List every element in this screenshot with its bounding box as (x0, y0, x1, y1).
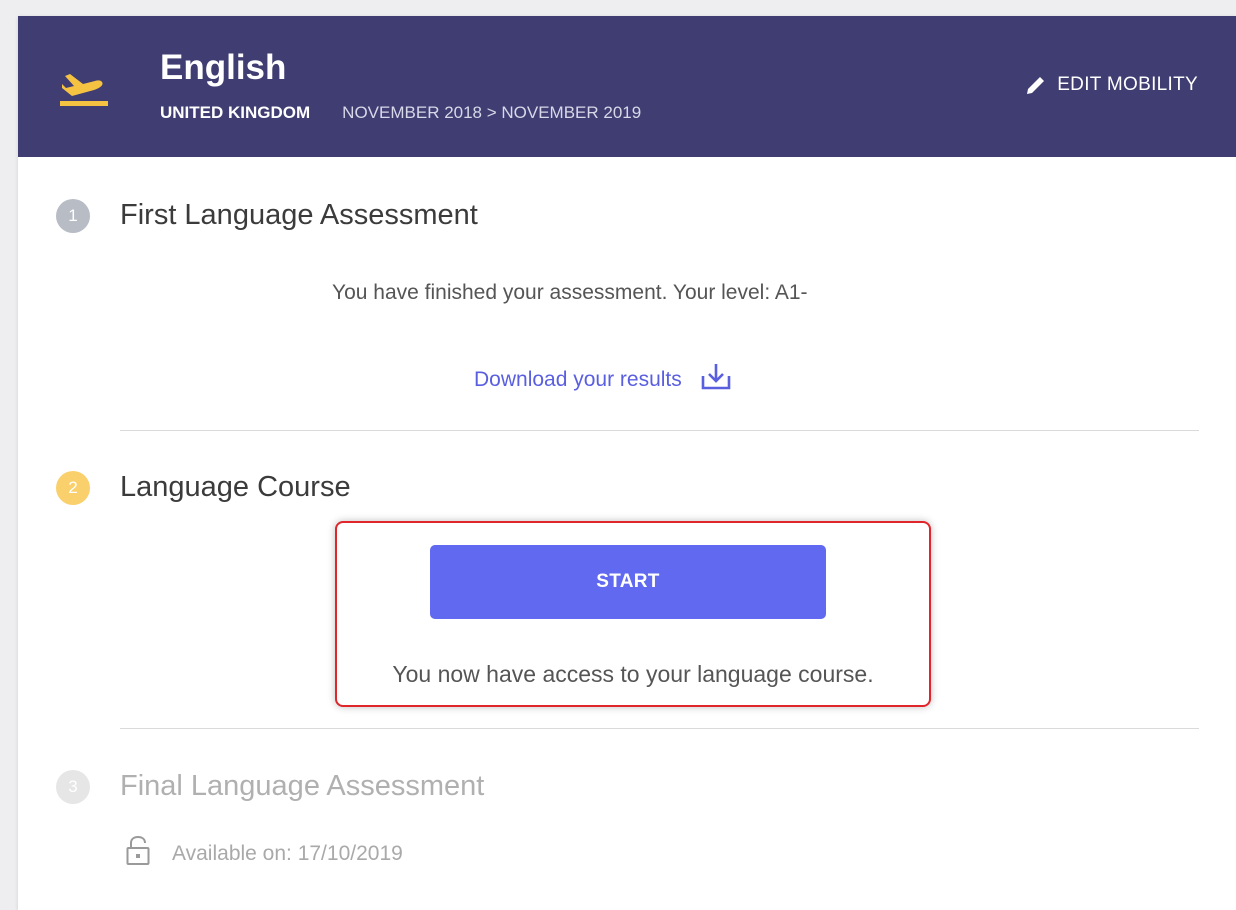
plane-departure-icon (60, 74, 108, 106)
lock-icon (126, 836, 150, 865)
course-start-panel: START You now have access to your langua… (335, 521, 931, 707)
start-course-button[interactable]: START (430, 545, 826, 619)
download-icon (701, 364, 731, 390)
step-3-title: Final Language Assessment (120, 770, 485, 802)
pencil-icon (1027, 77, 1045, 94)
edit-mobility-button[interactable]: EDIT MOBILITY (1025, 74, 1198, 96)
course-access-text: You now have access to your language cou… (392, 661, 874, 687)
step-1-title: First Language Assessment (120, 199, 478, 231)
availability-date: Available on: 17/10/2019 (172, 842, 403, 865)
step-1-number: 1 (56, 199, 90, 233)
mobility-card: English UNITED KINGDOM NOVEMBER 2018 > NO… (18, 16, 1236, 910)
mobility-dates: NOVEMBER 2018 > NOVEMBER 2019 (342, 103, 642, 122)
destination-country: UNITED KINGDOM (160, 103, 311, 122)
step-2-number: 2 (56, 471, 90, 505)
step-2-title: Language Course (120, 471, 351, 503)
edit-mobility-label: EDIT MOBILITY (1057, 74, 1198, 95)
download-results-label: Download your results (474, 368, 682, 391)
mobility-header: English UNITED KINGDOM NOVEMBER 2018 > NO… (18, 16, 1236, 157)
step-divider (120, 430, 1199, 431)
download-results-link[interactable]: Download your results (474, 362, 732, 392)
course-language-title: English (160, 48, 287, 87)
step-divider (120, 728, 1199, 729)
assessment-result-text: You have finished your assessment. Your … (332, 281, 808, 304)
step-3-number: 3 (56, 770, 90, 804)
mobility-details: UNITED KINGDOM NOVEMBER 2018 > NOVEMBER 2… (160, 103, 641, 123)
